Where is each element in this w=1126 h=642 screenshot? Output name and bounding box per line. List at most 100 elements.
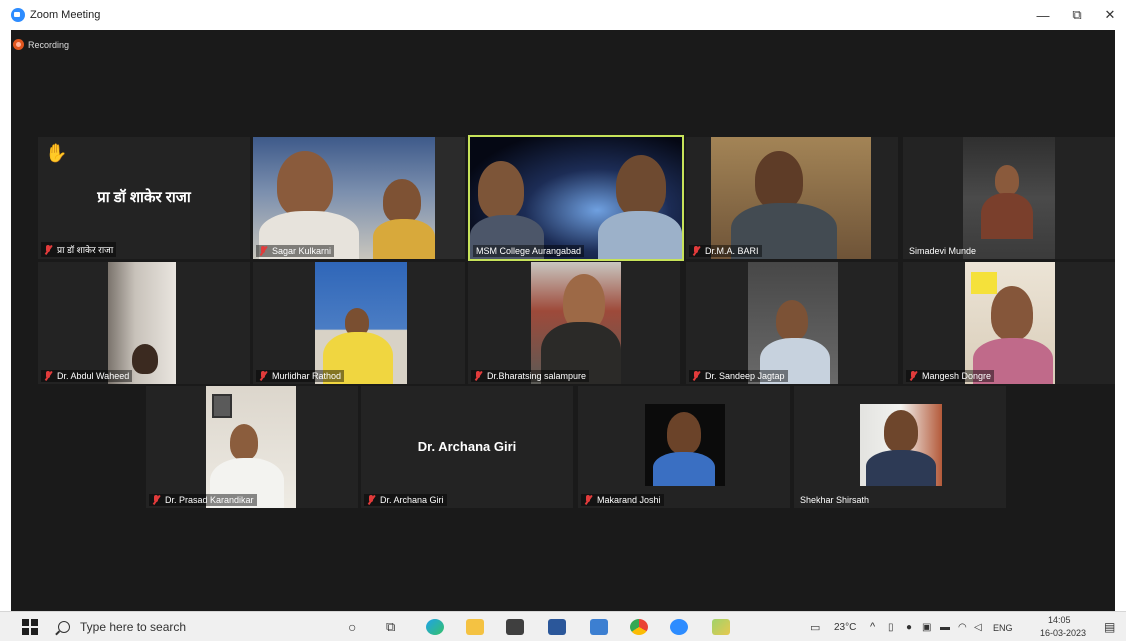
file-explorer-icon[interactable] — [466, 619, 484, 635]
participant-tile[interactable]: ✋ प्रा डॉ शाकेर राजा प्रा डॉ शाकेर राजा — [38, 137, 250, 259]
close-button[interactable]: ✕ — [1093, 0, 1126, 30]
show-hidden-icons-chevron-icon[interactable]: ^ — [870, 619, 875, 635]
muted-mic-icon — [584, 495, 592, 505]
participant-face — [230, 424, 258, 460]
wifi-icon[interactable]: ◠ — [958, 619, 967, 635]
input-language[interactable]: ENG — [993, 623, 1013, 633]
participant-video — [748, 262, 838, 384]
speaker-icon[interactable]: ◁ — [974, 619, 982, 635]
windows-taskbar: Type here to search ○ ⧉ ▭ 23°C ^ ▯ ● ▣ ▬… — [0, 611, 1126, 641]
battery-icon[interactable]: ▬ — [940, 619, 950, 635]
edge-browser-icon[interactable] — [426, 619, 444, 635]
weather-icon[interactable]: ▭ — [810, 619, 820, 635]
participant-video — [645, 404, 725, 486]
paint-icon[interactable] — [712, 619, 730, 635]
participant-name: Dr.M.A. BARI — [705, 246, 759, 256]
participant-tile[interactable]: Dr. Archana Giri Dr. Archana Giri — [361, 386, 573, 508]
participant-face — [616, 155, 666, 217]
network-app-icon[interactable] — [590, 619, 608, 635]
clock-date[interactable]: 16-03-2023 — [1040, 628, 1086, 638]
windows-start-button[interactable] — [22, 619, 38, 635]
participant-name-label: Murlidhar Rathod — [256, 370, 345, 382]
mail-icon[interactable] — [506, 619, 524, 635]
muted-mic-icon — [152, 495, 160, 505]
recording-label: Recording — [28, 39, 70, 50]
maximize-button[interactable]: ⧉ — [1060, 0, 1094, 30]
windows-logo-icon — [22, 619, 38, 635]
muted-mic-icon — [367, 495, 375, 505]
participant-video — [963, 137, 1055, 259]
word-icon[interactable] — [548, 619, 566, 635]
participant-name: Makarand Joshi — [597, 495, 661, 505]
participant-name: Mangesh Dongre — [922, 371, 992, 381]
participant-tile[interactable]: Sagar Kulkarni — [253, 137, 465, 259]
participant-tile[interactable]: Dr. Prasad Karandikar — [146, 386, 358, 508]
recording-icon — [13, 39, 24, 50]
muted-mic-icon — [44, 371, 52, 381]
participant-tile[interactable]: Dr. Abdul Waheed — [38, 262, 250, 384]
participant-name: Murlidhar Rathod — [272, 371, 342, 381]
participant-tile[interactable]: Dr.Bharatsing salampure — [468, 262, 680, 384]
participant-body — [981, 193, 1033, 239]
taskbar-search-box[interactable]: Type here to search — [52, 612, 332, 642]
participant-tile[interactable]: Shekhar Shirsath — [794, 386, 1006, 508]
participant-name-label: Dr. Sandeep Jagtap — [689, 370, 788, 382]
microphone-icon[interactable]: ● — [906, 619, 912, 635]
participant-tile-active-speaker[interactable]: MSM College Aurangabad — [468, 135, 684, 261]
participant-face — [132, 344, 158, 374]
wall-poster — [971, 272, 997, 294]
participant-name: प्रा डॉ शाकेर राजा — [57, 245, 114, 255]
clock-time[interactable]: 14:05 — [1048, 615, 1071, 625]
participant-video — [315, 262, 407, 384]
participant-body — [866, 450, 936, 486]
muted-mic-icon — [909, 371, 917, 381]
muted-mic-icon — [259, 371, 267, 381]
participant-face — [776, 300, 808, 340]
participant-video — [253, 137, 435, 259]
cortana-icon[interactable]: ○ — [348, 619, 356, 635]
participant-video — [206, 386, 296, 508]
participant-face — [478, 161, 524, 219]
participant-name-label: Mangesh Dongre — [906, 370, 995, 382]
participant-tile[interactable]: Dr.M.A. BARI — [686, 137, 898, 259]
participant-name-label: MSM College Aurangabad — [473, 245, 585, 257]
participant-tile[interactable]: Murlidhar Rathod — [253, 262, 465, 384]
notification-center-icon[interactable]: ▤ — [1104, 619, 1115, 635]
task-view-icon[interactable]: ⧉ — [386, 619, 395, 635]
participant-name-label: Dr.Bharatsing salampure — [471, 370, 590, 382]
participant-name: Simadevi Munde — [909, 246, 977, 256]
chrome-icon[interactable] — [630, 619, 648, 635]
participant-name-label: Dr. Abdul Waheed — [41, 370, 133, 382]
participant-video — [711, 137, 871, 259]
muted-mic-icon — [474, 371, 482, 381]
window-titlebar: Zoom Meeting — ⧉ ✕ — [0, 0, 1126, 30]
participant-name-label: प्रा डॉ शाकेर राजा — [41, 242, 117, 257]
minimize-button[interactable]: — — [1026, 0, 1060, 30]
participant-tile[interactable]: Mangesh Dongre — [903, 262, 1115, 384]
zoom-logo-icon — [11, 8, 25, 22]
participant-name-label: Shekhar Shirsath — [797, 494, 872, 506]
participant-face — [995, 165, 1019, 195]
display-icon[interactable]: ▣ — [922, 619, 931, 635]
participant-name: MSM College Aurangabad — [476, 246, 582, 256]
zoom-taskbar-icon[interactable] — [670, 619, 688, 635]
participant-video — [965, 262, 1055, 384]
muted-mic-icon — [692, 246, 700, 256]
participant-name: Dr. Abdul Waheed — [57, 371, 130, 381]
wall-photo-frame — [212, 394, 232, 418]
device-icon[interactable]: ▯ — [888, 619, 894, 635]
participant-name: Shekhar Shirsath — [800, 495, 870, 505]
participant-face — [884, 410, 918, 452]
participant-tile[interactable]: Dr. Sandeep Jagtap — [686, 262, 898, 384]
participant-video — [470, 137, 682, 259]
participant-body — [373, 219, 435, 259]
meeting-gallery-view: Recording ✋ प्रा डॉ शाकेर राजा प्रा डॉ श… — [11, 30, 1115, 611]
search-icon — [58, 621, 70, 633]
window-title: Zoom Meeting — [30, 9, 101, 21]
participant-tile[interactable]: Simadevi Munde — [903, 137, 1115, 259]
recording-indicator[interactable]: Recording — [13, 39, 69, 50]
participant-name: Dr. Sandeep Jagtap — [705, 371, 785, 381]
weather-temperature[interactable]: 23°C — [834, 622, 856, 633]
participant-name-label: Sagar Kulkarni — [256, 245, 335, 257]
participant-tile[interactable]: Makarand Joshi — [578, 386, 790, 508]
